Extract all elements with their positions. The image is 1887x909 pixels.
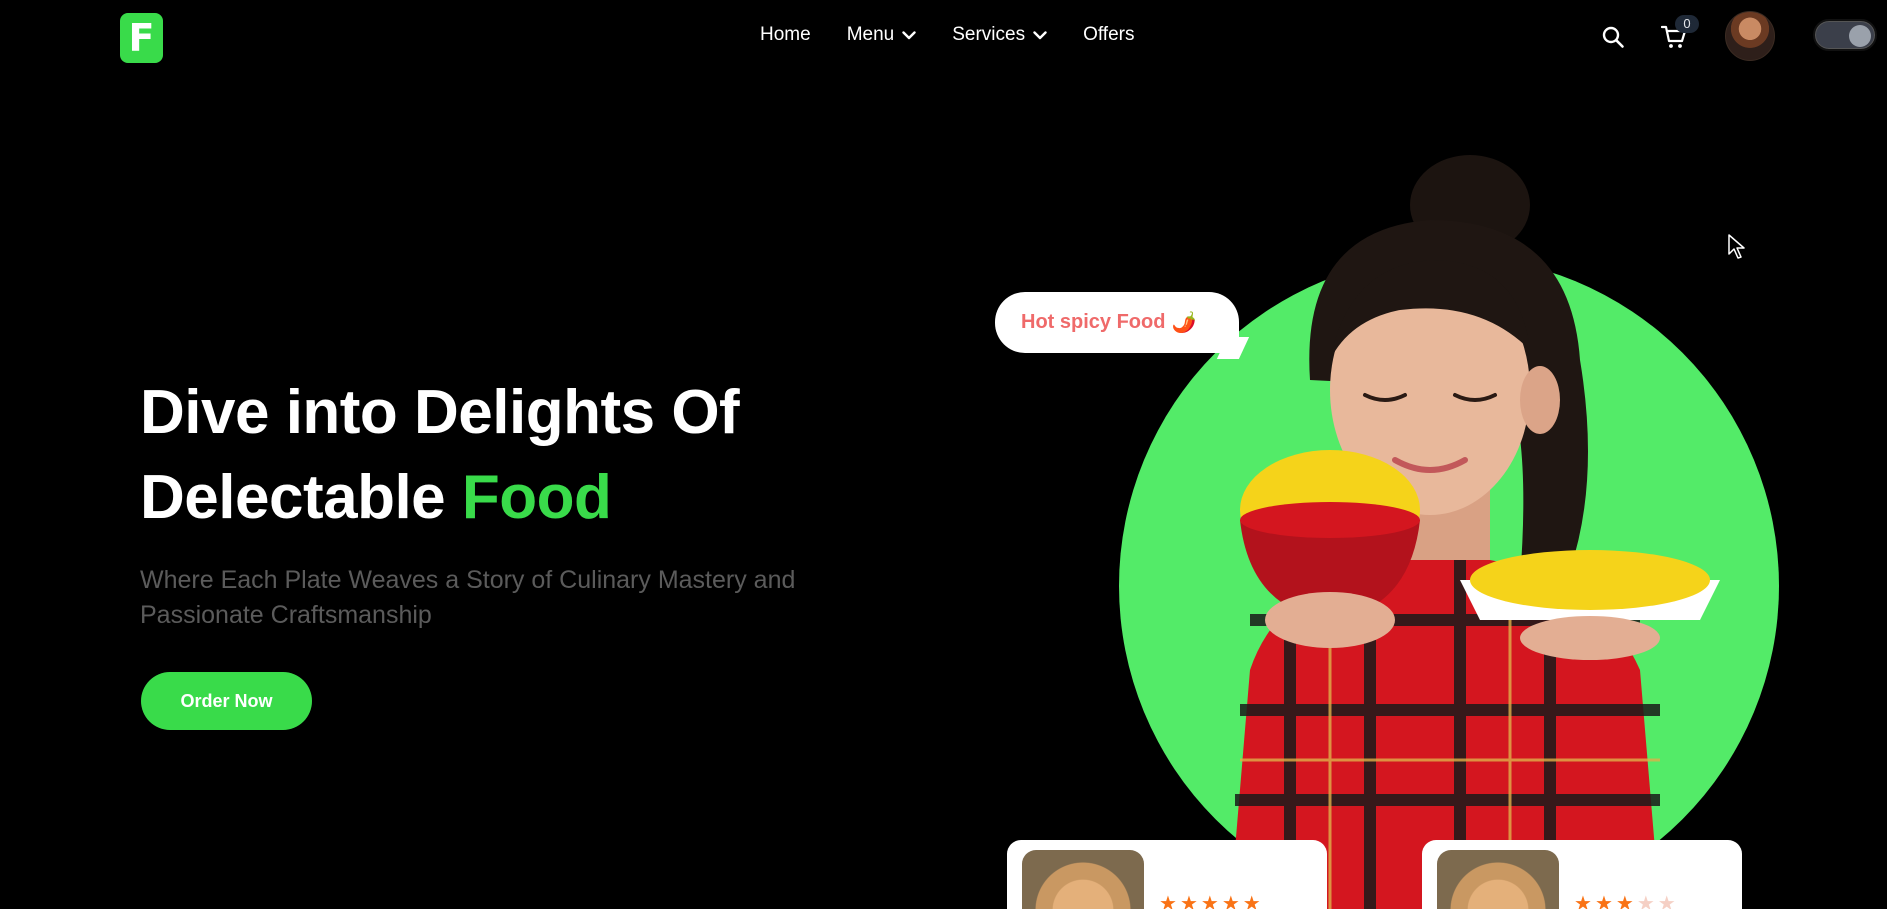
food-thumbnail: [1022, 850, 1144, 909]
main-nav: Home Menu Services Offers: [760, 24, 1134, 46]
nav-link-home[interactable]: Home: [760, 24, 811, 46]
nav-link-menu[interactable]: Menu: [847, 24, 917, 46]
hot-spicy-bubble: Hot spicy Food 🌶️: [995, 292, 1250, 359]
food-thumbnail: [1437, 850, 1559, 909]
hero-subheading: Where Each Plate Weaves a Story of Culin…: [140, 566, 796, 629]
nav-link-offers[interactable]: Offers: [1083, 24, 1134, 46]
nav-link-label: Menu: [846, 24, 895, 45]
order-now-button[interactable]: Order Now: [141, 672, 312, 730]
nav-link-services[interactable]: Services: [952, 24, 1047, 46]
star-filled-icon: ★: [1615, 893, 1634, 909]
star-filled-icon: ★: [1221, 893, 1240, 909]
hero-woman-illustration: [1230, 155, 1720, 909]
navbar: F Home Menu Services Offers 0: [0, 0, 1887, 76]
nav-link-label: Services: [952, 24, 1026, 45]
headline-line-2: Delectable: [140, 463, 462, 532]
bubble-text: Hot spicy Food: [1021, 311, 1166, 333]
theme-toggle[interactable]: [1813, 19, 1877, 51]
star-filled-icon: ★: [1242, 893, 1261, 909]
star-filled-icon: ★: [1159, 893, 1177, 909]
food-card[interactable]: ★ ★ ★ ★ ★: [1422, 840, 1742, 909]
star-filled-icon: ★: [1594, 893, 1613, 909]
search-icon: [1602, 26, 1624, 48]
star-rating: ★ ★ ★ ★ ★: [1159, 894, 1261, 909]
chevron-down-icon: [1033, 30, 1047, 40]
food-card[interactable]: ★ ★ ★ ★ ★: [1007, 840, 1327, 909]
chili-icon: 🌶️: [1171, 312, 1197, 334]
nav-link-label: Offers: [1083, 24, 1135, 45]
star-filled-icon: ★: [1574, 893, 1592, 909]
star-filled-icon: ★: [1179, 893, 1198, 909]
star-empty-icon: ★: [1657, 893, 1676, 909]
nav-link-label: Home: [760, 24, 811, 45]
headline-accent: Food: [461, 463, 612, 532]
star-empty-icon: ★: [1636, 893, 1655, 909]
chevron-down-icon: [902, 30, 916, 40]
brand-logo-letter: F: [128, 16, 155, 60]
cart-count-badge: 0: [1675, 15, 1699, 33]
headline-line-1: Dive into Delights Of: [140, 378, 740, 447]
toggle-knob: [1849, 25, 1871, 47]
hero-headline: Dive into Delights Of Delectable Food: [140, 370, 840, 540]
avatar[interactable]: [1725, 11, 1775, 61]
brand-logo[interactable]: F: [120, 13, 163, 63]
mouse-cursor-icon: [1728, 234, 1745, 259]
search-button[interactable]: [1600, 24, 1626, 50]
star-filled-icon: ★: [1200, 893, 1219, 909]
star-rating: ★ ★ ★ ★ ★: [1574, 894, 1676, 909]
